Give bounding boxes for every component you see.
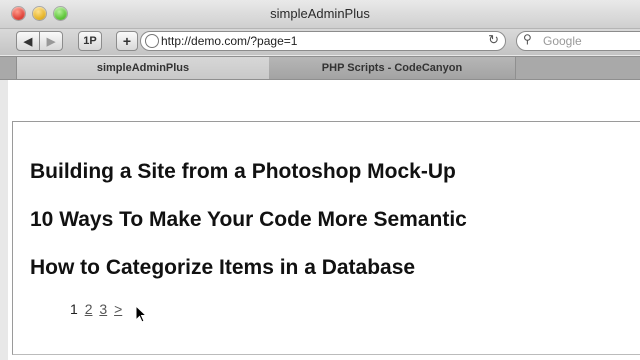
- post-link[interactable]: How to Categorize Items in a Database: [30, 256, 415, 280]
- browser-toolbar: ◀ ▶ 1P + http://demo.com/?page=1 ↻ ⚲ Goo…: [0, 29, 640, 55]
- reload-icon[interactable]: ↻: [488, 32, 499, 48]
- mouse-cursor-icon: [135, 304, 148, 323]
- window-title: simpleAdminPlus: [270, 6, 370, 21]
- posts-panel: [12, 121, 640, 355]
- onepassword-button[interactable]: 1P: [78, 31, 102, 51]
- address-bar[interactable]: http://demo.com/?page=1 ↻: [140, 31, 506, 51]
- post-link[interactable]: 10 Ways To Make Your Code More Semantic: [30, 208, 467, 232]
- globe-icon: [145, 34, 159, 48]
- url-text: http://demo.com/?page=1: [161, 34, 298, 48]
- search-placeholder: Google: [543, 34, 582, 48]
- tab-bar: simpleAdminPlus PHP Scripts - CodeCanyon: [0, 56, 640, 80]
- tab-simpleadminplus[interactable]: simpleAdminPlus: [16, 57, 270, 79]
- add-bookmark-button[interactable]: +: [116, 31, 138, 51]
- back-button[interactable]: ◀: [16, 31, 40, 51]
- pagination-link[interactable]: 3: [99, 301, 107, 317]
- pagination-current: 1: [70, 301, 78, 317]
- forward-button[interactable]: ▶: [39, 31, 63, 51]
- pagination-next[interactable]: >: [114, 301, 122, 317]
- search-icon: ⚲: [523, 32, 532, 46]
- tab-php-scripts[interactable]: PHP Scripts - CodeCanyon: [269, 57, 516, 79]
- search-field[interactable]: ⚲ Google: [516, 31, 640, 51]
- post-link[interactable]: Building a Site from a Photoshop Mock-Up: [30, 160, 456, 184]
- title-bar: simpleAdminPlus: [0, 0, 640, 29]
- pagination-link[interactable]: 2: [85, 301, 93, 317]
- pagination: 1 2 3 >: [70, 301, 122, 317]
- browser-window: simpleAdminPlus ◀ ▶ 1P + http://demo.com…: [0, 0, 640, 360]
